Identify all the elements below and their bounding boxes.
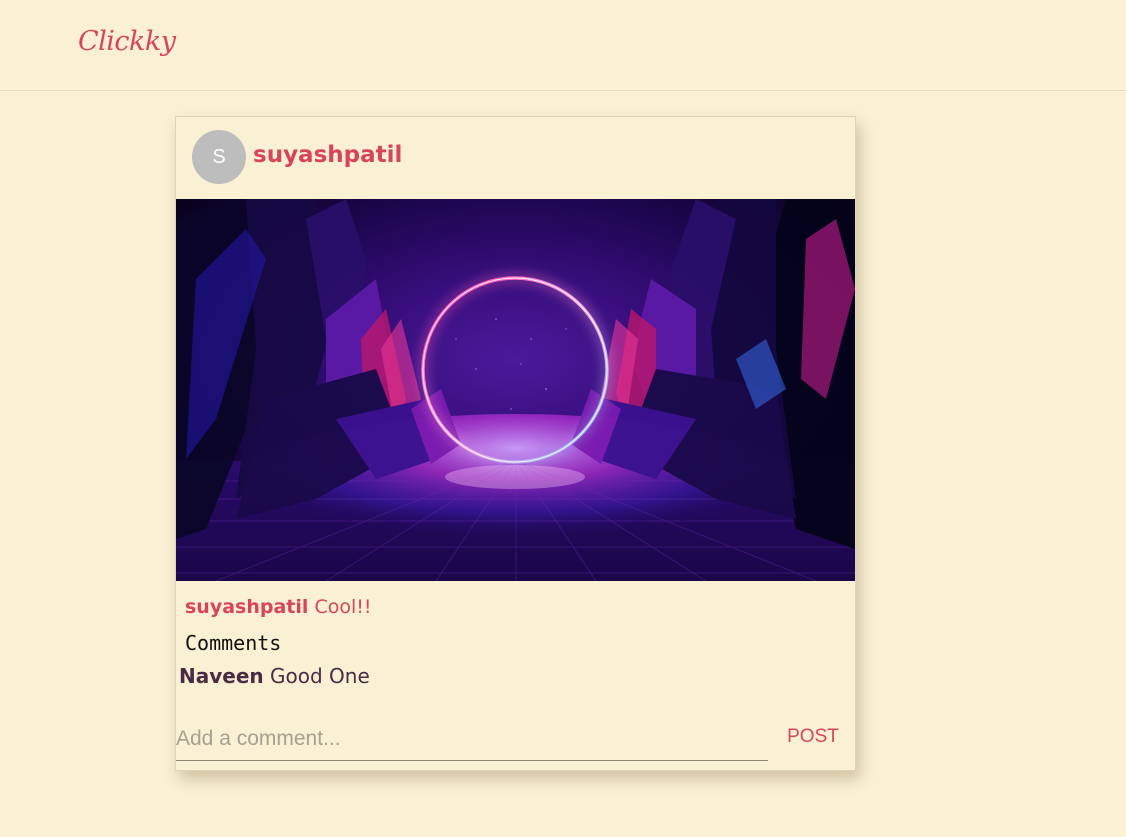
post-comment-button[interactable]: POST [780,724,846,750]
post-card: S suyashpatil suyashpatil Cool!! Comment… [175,116,856,771]
avatar[interactable]: S [192,130,246,184]
comment-item: Naveen Good One [179,664,370,688]
caption-username[interactable]: suyashpatil [185,596,308,618]
post-username[interactable]: suyashpatil [253,142,402,168]
comment-input[interactable] [176,717,768,761]
post-image [176,199,855,581]
caption-text: Cool!! [314,596,372,618]
app-logo[interactable]: Clickky [78,26,176,57]
comment-username[interactable]: Naveen [179,664,264,688]
post-caption: suyashpatil Cool!! [185,596,372,618]
top-header: Clickky [0,0,1126,91]
post-header: S suyashpatil [176,117,855,199]
comment-text: Good One [270,664,370,688]
comments-heading: Comments [185,631,282,655]
